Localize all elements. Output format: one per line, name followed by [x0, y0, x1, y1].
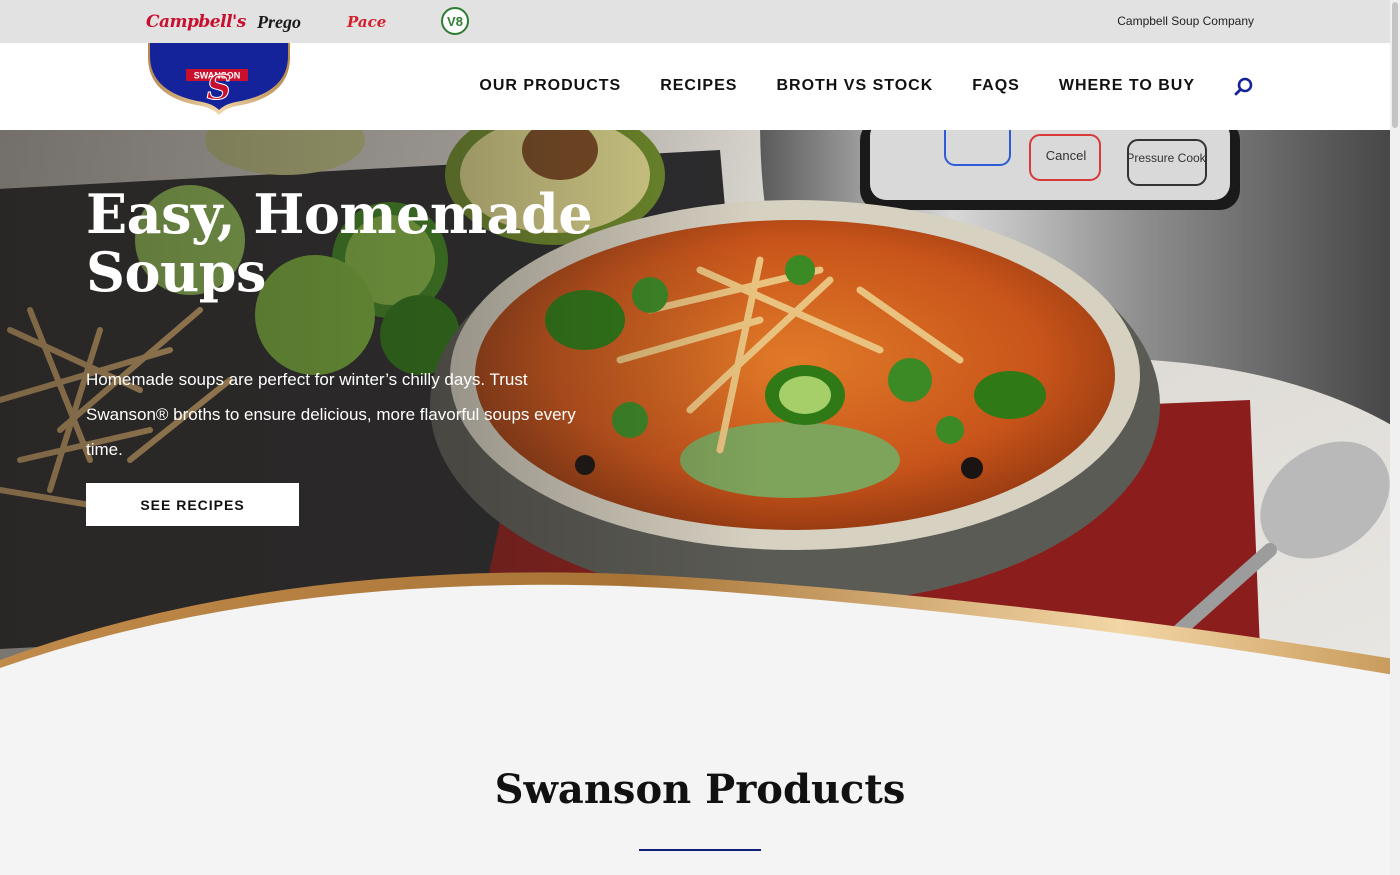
main-nav: OUR PRODUCTS RECIPES BROTH VS STOCK FAQS… [479, 77, 1195, 95]
nav-our-products[interactable]: OUR PRODUCTS [479, 77, 621, 95]
page-scrollbar[interactable] [1390, 0, 1400, 875]
search-icon[interactable] [1234, 77, 1254, 97]
hero-description: Homemade soups are perfect for winter’s … [86, 370, 576, 459]
hero-title: Easy, Homemade Soups [86, 182, 593, 304]
nav-where-to-buy[interactable]: WHERE TO BUY [1059, 77, 1195, 95]
see-recipes-button[interactable]: SEE RECIPES [86, 483, 299, 526]
brand-v8-logo[interactable]: V8 [441, 7, 469, 35]
nav-recipes[interactable]: RECIPES [660, 77, 737, 95]
scrollbar-thumb[interactable] [1392, 2, 1398, 128]
swanson-logo-initial: S [207, 68, 232, 108]
brand-bar: Campbell's Prego Pace V8 Campbell Soup C… [0, 0, 1400, 43]
pace-label: Pace [347, 13, 387, 31]
products-section-title: Swanson Products [494, 766, 906, 813]
gold-wave-divider [0, 572, 1400, 680]
nav-broth-vs-stock[interactable]: BROTH VS STOCK [776, 77, 933, 95]
campbell-soup-company-link[interactable]: Campbell Soup Company [1117, 14, 1254, 28]
cooker-pressure-label: Pressure Cook [1126, 151, 1206, 165]
site-header: SWANSON S OUR PRODUCTS RECIPES BROTH VS … [0, 43, 1400, 130]
brand-campbells-logo[interactable]: Campbell's [146, 11, 246, 33]
brand-prego-logo[interactable]: Prego [257, 11, 301, 33]
nav-faqs[interactable]: FAQS [972, 77, 1020, 95]
section-underline [639, 849, 761, 851]
brand-pace-logo[interactable]: Pace [347, 3, 387, 33]
swanson-logo[interactable]: SWANSON S [146, 43, 292, 115]
cooker-cancel-label: Cancel [1046, 148, 1087, 163]
